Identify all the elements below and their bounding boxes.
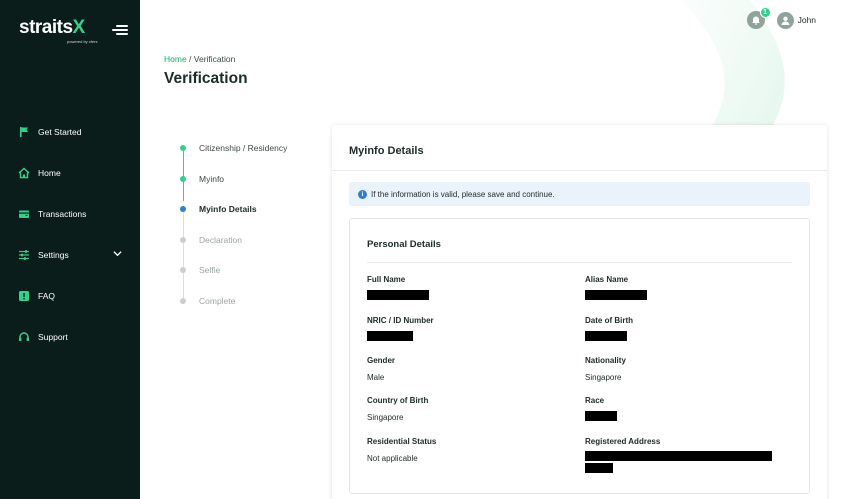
bell-icon (751, 16, 760, 25)
card-title: Myinfo Details (349, 145, 424, 157)
user-icon (781, 16, 790, 25)
sidebar-item-label: Home (38, 167, 61, 178)
breadcrumb-separator: / (186, 54, 194, 64)
redacted-value (585, 463, 613, 473)
sidebar-item-label: FAQ (38, 290, 56, 301)
step-pending-dot (180, 297, 186, 304)
sidebar-item-label: Settings (38, 249, 69, 260)
sidebar-item-label: Transactions (38, 208, 87, 219)
breadcrumb-current: Verification (193, 54, 236, 64)
card-divider (332, 170, 827, 171)
field-label: Race (585, 396, 605, 405)
brand-name: straits (19, 17, 73, 38)
myinfo-details-card: Myinfo Details i If the information is v… (332, 125, 827, 499)
redacted-value (585, 290, 647, 300)
field-label: Registered Address (585, 437, 661, 446)
sidebar-item-label: Support (38, 331, 68, 342)
sidebar-item-support[interactable]: Support (0, 316, 140, 357)
flag-icon (20, 126, 28, 137)
info-text: If the information is valid, please save… (371, 189, 555, 199)
field-gender: Gender Male (367, 356, 567, 382)
sidebar-item-home[interactable]: Home (0, 152, 140, 193)
redacted-value (367, 331, 413, 341)
redacted-value (585, 411, 617, 421)
chevron-down-icon[interactable] (113, 249, 122, 258)
field-label: Gender (367, 356, 396, 365)
field-country-of-birth: Country of Birth Singapore (367, 396, 567, 422)
step-done-dot (180, 175, 186, 182)
step-pending-dot (180, 236, 186, 243)
sidebar-item-get-started[interactable]: Get Started (0, 111, 140, 152)
brand-tagline: powered by xfers (67, 39, 98, 44)
field-value: Male (367, 373, 385, 382)
step-label: Selfie (199, 265, 221, 275)
step-done-dot (180, 145, 186, 151)
sidebar-item-transactions[interactable]: Transactions (0, 193, 140, 234)
field-value: Singapore (585, 373, 622, 382)
sidebar-nav: Get Started Home Transactions Settings F… (0, 111, 140, 357)
info-banner: i If the information is valid, please sa… (349, 182, 810, 206)
sliders-icon (19, 249, 29, 260)
brand-logo[interactable]: straitsX powered by xfers (19, 17, 97, 45)
sidebar-item-settings[interactable]: Settings (0, 234, 140, 275)
faq-icon (19, 290, 29, 301)
step-pending-dot (180, 267, 186, 273)
wallet-icon (19, 210, 29, 218)
avatar[interactable] (776, 11, 794, 29)
step-myinfo[interactable]: Myinfo (178, 171, 224, 202)
sidebar: straitsX powered by xfers Get Started Ho… (0, 0, 140, 499)
step-citizenship[interactable]: Citizenship / Residency (178, 140, 287, 171)
menu-toggle-icon[interactable] (112, 24, 128, 36)
field-full-name: Full Name (367, 275, 567, 300)
section-title: Personal Details (367, 239, 441, 250)
field-label: NRIC / ID Number (367, 316, 434, 325)
user-name[interactable]: John (798, 15, 816, 25)
step-label: Complete (199, 295, 236, 306)
verification-stepper: Citizenship / Residency Myinfo Myinfo De… (178, 140, 287, 324)
redacted-value (585, 331, 627, 341)
field-value: Singapore (367, 413, 404, 422)
step-myinfo-details[interactable]: Myinfo Details (178, 201, 257, 232)
field-alias-name: Alias Name (585, 275, 785, 300)
field-nric: NRIC / ID Number (367, 316, 567, 341)
breadcrumb: Home / Verification (164, 54, 235, 64)
section-divider (367, 262, 792, 263)
step-active-dot (180, 206, 186, 212)
breadcrumb-home-link[interactable]: Home (164, 54, 187, 64)
topbar: 1 John (746, 7, 816, 29)
headset-icon (19, 331, 29, 341)
redacted-value (585, 451, 772, 461)
personal-details-section: Personal Details Full Name Alias Name NR… (349, 218, 810, 494)
notification-button[interactable]: 1 (746, 7, 771, 29)
step-label: Myinfo (199, 173, 225, 184)
step-declaration: Declaration (178, 232, 242, 263)
step-selfie: Selfie (178, 262, 220, 293)
field-label: Date of Birth (585, 316, 633, 325)
step-label: Myinfo Details (199, 204, 257, 214)
field-value: Not applicable (367, 454, 418, 463)
home-icon (18, 167, 30, 178)
field-nationality: Nationality Singapore (585, 356, 785, 382)
notification-badge: 1 (759, 7, 771, 18)
step-complete: Complete (178, 293, 235, 324)
sidebar-item-label: Get Started (38, 126, 82, 137)
field-residential-status: Residential Status Not applicable (367, 437, 567, 463)
field-registered-address: Registered Address (585, 437, 785, 473)
brand-accent: X (72, 17, 86, 38)
redacted-value (367, 290, 429, 300)
field-date-of-birth: Date of Birth (585, 316, 785, 341)
field-label: Residential Status (367, 437, 437, 446)
step-label: Citizenship / Residency (199, 143, 288, 153)
field-label: Nationality (585, 356, 626, 365)
field-label: Alias Name (585, 275, 629, 284)
field-label: Full Name (367, 275, 406, 284)
field-race: Race (585, 396, 785, 421)
info-icon: i (358, 189, 367, 199)
sidebar-item-faq[interactable]: FAQ (0, 275, 140, 316)
step-label: Declaration (199, 234, 242, 245)
field-label: Country of Birth (367, 396, 429, 405)
page-title: Verification (164, 70, 248, 87)
